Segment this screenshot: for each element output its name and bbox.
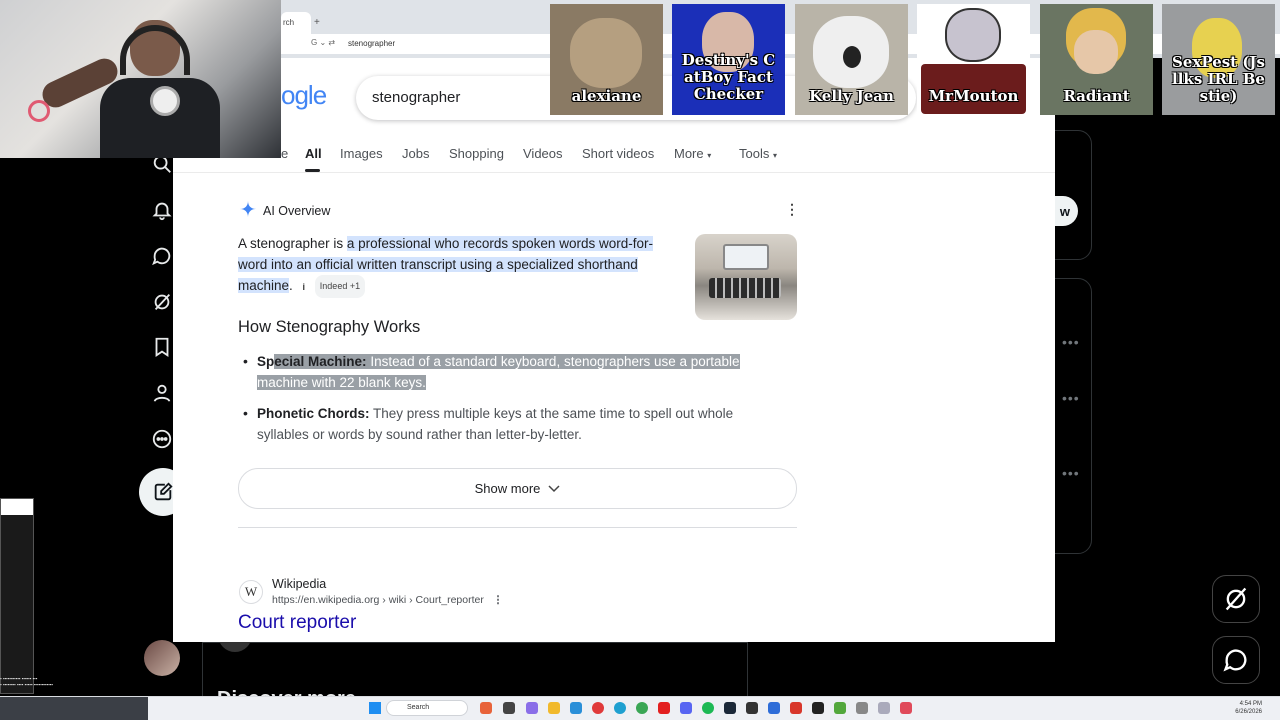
emote-sexpest: SexPest (Js llks IRL Be stie) bbox=[1162, 4, 1275, 115]
taskbar-preview bbox=[0, 697, 148, 720]
chat-log: ▪ ▪▪▪▪▪▪▪▪▪▪▪ ▪▪▪▪▪▪ ▪▪▪ ▪ ▪▪▪▪▪▪▪▪ ▪▪▪▪… bbox=[0, 676, 53, 687]
bullet-special-machine: Special Machine: Instead of a standard k… bbox=[257, 354, 740, 390]
content-fade bbox=[173, 440, 1055, 470]
app-icon[interactable] bbox=[768, 702, 780, 714]
more-dots-icon[interactable]: ••• bbox=[1062, 334, 1080, 350]
tab-images[interactable]: Images bbox=[340, 146, 383, 161]
profile-icon[interactable] bbox=[150, 381, 174, 405]
tab-all[interactable]: All bbox=[305, 146, 322, 161]
more-vert-icon[interactable]: ⋮ bbox=[493, 594, 504, 606]
emote-radiant: Radiant bbox=[1040, 4, 1153, 115]
app-icon[interactable] bbox=[503, 702, 515, 714]
app-icon[interactable] bbox=[834, 702, 846, 714]
browser-tab[interactable]: rch bbox=[281, 12, 311, 34]
ai-overview-title: AI Overview bbox=[263, 203, 331, 218]
settings-icon[interactable] bbox=[856, 702, 868, 714]
bullet-phonetic-chords: Phonetic Chords: They press multiple key… bbox=[257, 406, 734, 442]
app-icon[interactable] bbox=[480, 702, 492, 714]
address-text[interactable]: stenographer bbox=[348, 39, 395, 48]
tab-short-videos[interactable]: Short videos bbox=[582, 146, 654, 161]
tab-partial[interactable]: e bbox=[281, 146, 288, 161]
chat-window bbox=[0, 498, 34, 694]
bell-icon[interactable] bbox=[150, 198, 174, 222]
webcam-overlay bbox=[0, 0, 281, 158]
bullet-dot: • bbox=[243, 353, 248, 369]
sparkle-icon bbox=[239, 200, 257, 221]
chevron-down-icon: ▾ bbox=[772, 151, 777, 160]
wikipedia-icon: W bbox=[239, 580, 263, 604]
emote-mrmouton: MrMouton bbox=[917, 4, 1030, 115]
app-icon[interactable] bbox=[790, 702, 802, 714]
divider bbox=[173, 172, 1055, 173]
source-chip[interactable]: Indeed +1 bbox=[314, 275, 366, 298]
grok-icon[interactable] bbox=[150, 290, 174, 314]
bullet-dot: • bbox=[243, 405, 248, 421]
result-site-name[interactable]: Wikipedia bbox=[272, 577, 326, 591]
app-icon[interactable] bbox=[812, 702, 824, 714]
ai-overview-summary: A stenographer is a professional who rec… bbox=[238, 234, 678, 298]
app-icon[interactable] bbox=[900, 702, 912, 714]
address-bar-icons: G ⌄ ⇄ bbox=[311, 38, 336, 47]
show-more-button[interactable]: Show more bbox=[238, 468, 797, 509]
section-heading: How Stenography Works bbox=[238, 318, 421, 336]
result-title-link[interactable]: Court reporter bbox=[238, 612, 356, 634]
tab-tools[interactable]: Tools ▾ bbox=[739, 146, 777, 161]
app-icon[interactable] bbox=[570, 702, 582, 714]
tab-shopping[interactable]: Shopping bbox=[449, 146, 504, 161]
divider bbox=[238, 527, 797, 528]
emote-kelly-jean: Kelly Jean bbox=[795, 4, 908, 115]
avatar[interactable] bbox=[144, 640, 180, 676]
steam-icon[interactable] bbox=[724, 702, 736, 714]
bookmark-icon[interactable] bbox=[150, 335, 174, 359]
spotify-icon[interactable] bbox=[702, 702, 714, 714]
tab-jobs[interactable]: Jobs bbox=[402, 146, 429, 161]
emote-alexiane: alexiane bbox=[550, 4, 663, 115]
messages-button[interactable] bbox=[1212, 636, 1260, 684]
chrome-icon[interactable] bbox=[636, 702, 648, 714]
screen: w ••• ••• ••• Discover more rch + G ⌄ ⇄ … bbox=[0, 0, 1280, 720]
grok-button[interactable] bbox=[1212, 575, 1260, 623]
more-circle-icon[interactable] bbox=[150, 427, 174, 451]
windows-start-icon[interactable] bbox=[369, 702, 381, 714]
chevron-down-icon: ▾ bbox=[707, 151, 712, 160]
tab-videos[interactable]: Videos bbox=[523, 146, 563, 161]
info-icon[interactable]: i bbox=[299, 277, 309, 298]
edge-icon[interactable] bbox=[614, 702, 626, 714]
folder-icon[interactable] bbox=[548, 702, 560, 714]
tab-more[interactable]: More ▾ bbox=[674, 146, 711, 161]
more-vert-icon[interactable]: ⋮ bbox=[785, 201, 799, 218]
taskbar-search[interactable]: Search bbox=[386, 700, 468, 716]
emote-destiny: Destiny's C atBoy Fact Checker bbox=[672, 4, 785, 115]
ai-overview-header: AI Overview bbox=[239, 200, 330, 221]
youtube-icon[interactable] bbox=[658, 702, 670, 714]
app-icon[interactable] bbox=[878, 702, 890, 714]
app-icon[interactable] bbox=[746, 702, 758, 714]
search-query[interactable]: stenographer bbox=[372, 89, 460, 106]
google-logo[interactable]: ogle bbox=[281, 80, 327, 111]
more-dots-icon[interactable]: ••• bbox=[1062, 390, 1080, 406]
opera-icon[interactable] bbox=[592, 702, 604, 714]
new-tab-icon[interactable]: + bbox=[314, 17, 320, 28]
stenotype-image[interactable] bbox=[695, 234, 797, 320]
result-url[interactable]: https://en.wikipedia.org › wiki › Court_… bbox=[272, 594, 503, 606]
discord-icon[interactable] bbox=[680, 702, 692, 714]
more-dots-icon[interactable]: ••• bbox=[1062, 465, 1080, 481]
taskbar-clock[interactable]: 4:54 PM 6/26/2026 bbox=[1226, 700, 1262, 716]
chevron-down-icon bbox=[548, 481, 560, 496]
app-icon[interactable] bbox=[526, 702, 538, 714]
chat-bubble-icon[interactable] bbox=[150, 244, 174, 268]
